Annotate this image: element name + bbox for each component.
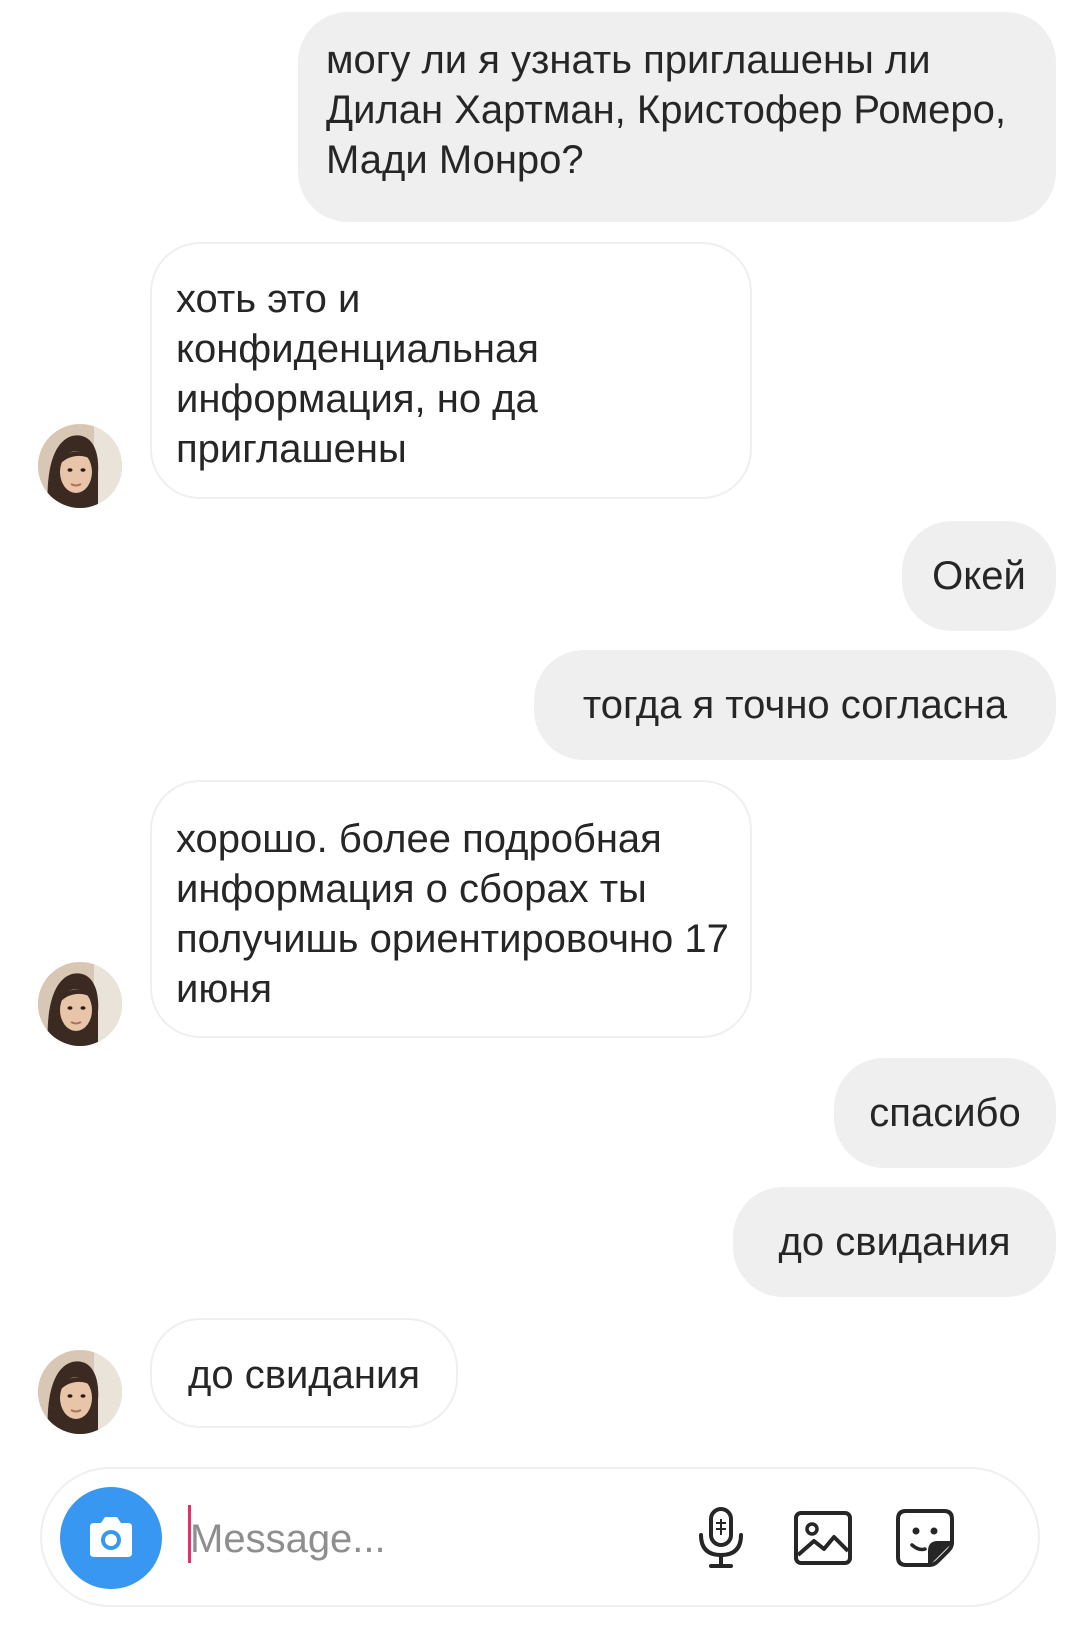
message-text: до свидания — [188, 1353, 420, 1397]
sent-message-bubble[interactable]: спасибо — [834, 1058, 1056, 1168]
avatar-photo-icon — [38, 1350, 122, 1434]
gallery-button[interactable] — [790, 1505, 856, 1571]
microphone-icon — [699, 1507, 743, 1568]
camera-button[interactable] — [60, 1487, 162, 1589]
avatar-photo-icon — [38, 424, 122, 508]
sent-message-bubble[interactable]: могу ли я узнать приглашены ли Дилан Хар… — [298, 12, 1056, 222]
contact-avatar[interactable] — [38, 1350, 122, 1434]
received-message-bubble[interactable]: хорошо. более подробная информация о сбо… — [150, 780, 752, 1038]
message-input[interactable] — [190, 1509, 710, 1569]
sticker-icon — [896, 1509, 954, 1567]
message-text: до свидания — [778, 1220, 1011, 1264]
received-message-bubble[interactable]: до свидания — [150, 1318, 458, 1428]
sticker-button[interactable] — [892, 1505, 958, 1571]
message-text: спасибо — [869, 1091, 1021, 1135]
sent-message-bubble[interactable]: Окей — [902, 521, 1056, 631]
gallery-icon — [794, 1511, 852, 1565]
camera-icon — [90, 1517, 132, 1557]
message-text: могу ли я узнать приглашены ли Дилан Хар… — [326, 38, 1006, 182]
microphone-button[interactable] — [688, 1505, 754, 1571]
avatar-photo-icon — [38, 962, 122, 1046]
message-text: хорошо. более подробная информация о сбо… — [176, 817, 729, 1011]
contact-avatar[interactable] — [38, 962, 122, 1046]
message-text: Окей — [932, 554, 1026, 598]
sent-message-bubble[interactable]: до свидания — [733, 1187, 1056, 1297]
message-text: хоть это и конфиденциальная информация, … — [176, 277, 539, 471]
message-text: тогда я точно согласна — [582, 683, 1008, 727]
message-thread: могу ли я узнать приглашены ли Дилан Хар… — [0, 0, 1080, 1642]
sent-message-bubble[interactable]: тогда я точно согласна — [534, 650, 1056, 760]
contact-avatar[interactable] — [38, 424, 122, 508]
text-cursor — [188, 1505, 191, 1563]
received-message-bubble[interactable]: хоть это и конфиденциальная информация, … — [150, 242, 752, 499]
